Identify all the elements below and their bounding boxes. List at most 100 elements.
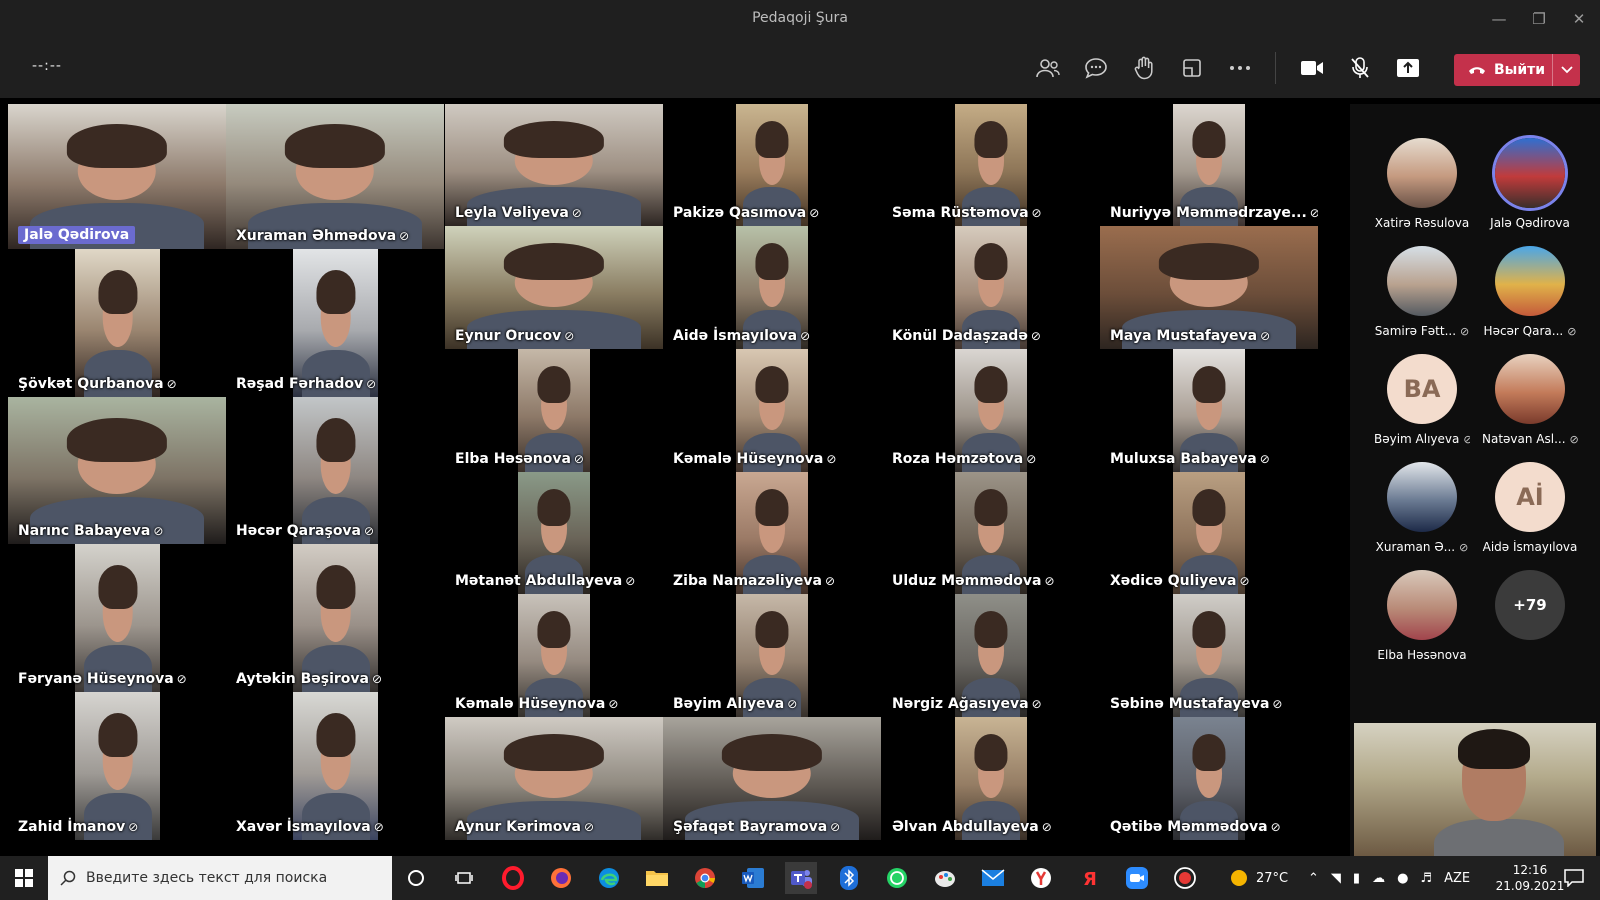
cortana-button[interactable] <box>400 862 432 894</box>
video-tile[interactable]: Elba Həsənova ⊘ <box>445 349 663 472</box>
video-tile[interactable]: Qətibə Məmmədova ⊘ <box>1100 717 1318 840</box>
tray-expand-icon[interactable]: ⌃ <box>1308 871 1319 886</box>
whatsapp-app[interactable] <box>881 862 913 894</box>
video-tile[interactable]: Xuraman Əhmədova ⊘ <box>226 104 444 249</box>
video-tile[interactable]: Mətanət Abdullayeva ⊘ <box>445 472 663 594</box>
mic-muted-icon: ⊘ <box>128 820 139 834</box>
mail-app[interactable] <box>977 862 1009 894</box>
video-tile[interactable]: Roza Həmzətova ⊘ <box>882 349 1100 472</box>
chrome-icon <box>695 868 715 888</box>
video-tile[interactable]: Ziba Namazəliyeva ⊘ <box>663 472 881 594</box>
video-tile[interactable]: Həcər Qaraşova ⊘ <box>226 397 444 544</box>
video-tile[interactable]: Eynur Orucov ⊘ <box>445 226 663 349</box>
rail-participant[interactable]: Elba Həsənova <box>1374 570 1470 670</box>
rooms-button[interactable] <box>1176 52 1208 84</box>
bluetooth-app[interactable] <box>833 862 865 894</box>
share-screen-button[interactable] <box>1392 52 1424 84</box>
video-tile[interactable]: Pakizə Qasımova ⊘ <box>663 104 881 226</box>
rail-participant[interactable]: BA Bəyim Alıyeva ⊘ <box>1374 354 1470 454</box>
participants-button[interactable] <box>1032 52 1064 84</box>
more-participants-button[interactable]: +79 <box>1482 570 1578 670</box>
video-gallery: Jalə Qədirova Xuraman Əhmədova ⊘ Leyla Vəli… <box>8 104 1350 856</box>
video-tile[interactable]: Ulduz Məmmədova ⊘ <box>882 472 1100 594</box>
network-icon[interactable]: ◥ <box>1331 871 1341 886</box>
task-view-button[interactable] <box>448 862 480 894</box>
leave-options-button[interactable] <box>1553 54 1580 86</box>
rail-participant[interactable]: Xuraman Ə... ⊘ <box>1374 462 1470 562</box>
video-tile[interactable]: Nərgiz Ağasıyeva ⊘ <box>882 594 1100 717</box>
video-tile[interactable]: Fəryanə Hüseynova ⊘ <box>8 544 226 692</box>
mute-button[interactable] <box>1344 52 1376 84</box>
zoom-app[interactable] <box>1121 862 1153 894</box>
volume-icon[interactable]: ♬ <box>1420 871 1432 886</box>
language-indicator[interactable]: AZE <box>1444 871 1470 886</box>
video-tile[interactable]: Leyla Vəliyeva ⊘ <box>445 104 663 226</box>
cloud-icon[interactable]: ☁ <box>1372 871 1385 886</box>
video-tile[interactable]: Narınc Babayeva ⊘ <box>8 397 226 544</box>
restore-icon[interactable]: ❐ <box>1527 8 1551 30</box>
video-tile[interactable]: Xədicə Quliyeva ⊘ <box>1100 472 1318 594</box>
video-tile[interactable]: Kəmalə Hüseynova ⊘ <box>663 349 881 472</box>
clock[interactable]: 12:16 21.09.2021 <box>1495 862 1565 894</box>
yandex-app[interactable]: Я <box>1073 862 1105 894</box>
participant-hair <box>1158 243 1260 281</box>
video-tile[interactable]: Aidə İsmayılova ⊘ <box>663 226 881 349</box>
leave-main[interactable]: Выйти <box>1454 54 1552 86</box>
palette-icon <box>935 871 955 887</box>
opera-app[interactable] <box>497 862 529 894</box>
weather-widget[interactable]: 27°C <box>1230 856 1288 900</box>
notifications-button[interactable] <box>1558 862 1590 894</box>
chrome-app[interactable] <box>689 862 721 894</box>
battery-icon[interactable]: ▮ <box>1353 871 1360 886</box>
video-tile[interactable]: Bəyim Alıyeva ⊘ <box>663 594 881 717</box>
rail-participant[interactable]: Natəvan Asl... ⊘ <box>1482 354 1578 454</box>
video-tile[interactable]: Maya Mustafayeva ⊘ <box>1100 226 1318 349</box>
video-tile[interactable]: Xavər İsmayılova ⊘ <box>226 692 444 840</box>
firefox-app[interactable] <box>545 862 577 894</box>
rail-participant[interactable]: Samirə Fətt... ⊘ <box>1374 246 1470 346</box>
rail-participant[interactable]: Jalə Qədirova <box>1482 138 1578 238</box>
yandex-browser-app[interactable] <box>1025 862 1057 894</box>
participant-name: Xavər İsmayılova ⊘ <box>236 819 384 835</box>
video-tile[interactable]: Kəmalə Hüseynova ⊘ <box>445 594 663 717</box>
taskbar-search[interactable]: Введите здесь текст для поиска <box>48 856 392 900</box>
video-tile[interactable]: Əlvan Abdullayeva ⊘ <box>882 717 1100 840</box>
cortana-icon <box>408 870 424 886</box>
video-tile[interactable]: Jalə Qədirova <box>8 104 226 249</box>
video-tile[interactable]: Rəşad Fərhadov ⊘ <box>226 249 444 397</box>
chat-button[interactable] <box>1080 52 1112 84</box>
recorder-app[interactable] <box>1169 862 1201 894</box>
start-button[interactable] <box>0 856 48 900</box>
leave-button[interactable]: Выйти <box>1454 54 1580 86</box>
hand-icon <box>1134 56 1153 80</box>
rail-participant[interactable]: Aİ Aidə İsmayılova <box>1482 462 1578 562</box>
minimize-icon[interactable]: — <box>1487 8 1511 30</box>
video-tile[interactable]: Səbinə Mustafayeva ⊘ <box>1100 594 1318 717</box>
microphone-icon[interactable]: ● <box>1397 871 1408 886</box>
teams-app[interactable] <box>785 862 817 894</box>
raise-hand-button[interactable] <box>1128 52 1160 84</box>
video-tile[interactable]: Muluxsa Babayeva ⊘ <box>1100 349 1318 472</box>
word-app[interactable] <box>737 862 769 894</box>
rail-participant[interactable]: Xatirə Rəsulova <box>1374 138 1470 238</box>
leave-label: Выйти <box>1494 62 1546 78</box>
bluetooth-icon <box>840 866 858 890</box>
file-explorer-app[interactable] <box>641 862 673 894</box>
video-tile[interactable]: Aytəkin Bəşirova ⊘ <box>226 544 444 692</box>
paint-app[interactable] <box>929 862 961 894</box>
video-tile[interactable]: Səma Rüstəmova ⊘ <box>882 104 1100 226</box>
close-icon[interactable]: ✕ <box>1567 8 1591 30</box>
more-actions-button[interactable] <box>1224 52 1256 84</box>
video-tile[interactable]: Könül Dadaşzadə ⊘ <box>882 226 1100 349</box>
system-tray: ⌃ ◥ ▮ ☁ ● ♬ AZE <box>1308 856 1470 900</box>
video-tile[interactable]: Şəfaqət Bayramova ⊘ <box>663 717 881 840</box>
edge-app[interactable] <box>593 862 625 894</box>
rail-participant[interactable]: Həcər Qara... ⊘ <box>1482 246 1578 346</box>
video-tile[interactable]: Aynur Kərimova ⊘ <box>445 717 663 840</box>
participant-name-text: Elba Həsənova <box>455 451 571 467</box>
self-video-preview[interactable] <box>1354 723 1596 856</box>
video-tile[interactable]: Şövkət Qurbanova ⊘ <box>8 249 226 397</box>
video-tile[interactable]: Zahid İmanov ⊘ <box>8 692 226 840</box>
camera-button[interactable] <box>1296 52 1328 84</box>
video-tile[interactable]: Nuriyyə Məmmədrzaye... ⊘ <box>1100 104 1318 226</box>
